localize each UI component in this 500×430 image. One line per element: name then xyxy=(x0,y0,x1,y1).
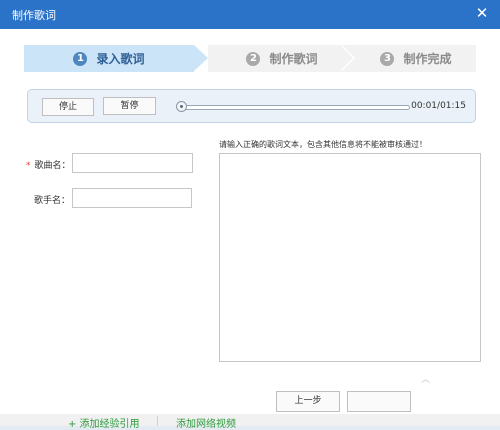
background-link-experience[interactable]: + 添加经验引用 xyxy=(68,415,140,430)
song-name-label-text: 歌曲名： xyxy=(34,161,71,171)
step-1-number: 1 xyxy=(73,51,88,66)
step-1-label: 录入歌词 xyxy=(96,52,145,66)
audio-player: 停止 暂停 00:01/01:15 xyxy=(27,89,476,123)
dialog-title: 制作歌词 xyxy=(12,9,56,22)
lyrics-textarea[interactable] xyxy=(219,153,481,362)
step-indicator: 1 录入歌词 2 制作歌词 3 制作完成 xyxy=(24,45,476,72)
singer-label: 歌手名： xyxy=(34,196,71,206)
song-name-input[interactable] xyxy=(72,153,193,173)
lyrics-hint: 请输入正确的歌词文本，包含其他信息将不能被审核通过！ xyxy=(219,140,427,149)
step-1-arrow xyxy=(194,45,208,71)
step-2: 2 制作歌词 xyxy=(208,45,356,72)
next-step-button[interactable] xyxy=(347,391,411,412)
close-icon[interactable]: ✕ xyxy=(474,5,490,21)
lyrics-dialog: 制作歌词 ✕ 1 录入歌词 2 制作歌词 3 制作完成 停止 暂停 00:01/… xyxy=(0,0,500,416)
step-2-number: 2 xyxy=(246,51,261,66)
background-separator xyxy=(157,416,158,426)
scroll-chevron-icon: ︿ xyxy=(421,375,431,385)
required-marker: * xyxy=(26,161,31,171)
step-1: 1 录入歌词 xyxy=(24,45,194,72)
pause-button[interactable]: 暂停 xyxy=(103,97,156,115)
stop-button[interactable]: 停止 xyxy=(42,98,94,116)
background-link-video[interactable]: 添加网络视频 xyxy=(176,415,236,430)
playback-time: 00:01/01:15 xyxy=(411,101,466,111)
step-3-label: 制作完成 xyxy=(403,52,452,66)
singer-input[interactable] xyxy=(72,188,192,208)
progress-track[interactable] xyxy=(178,105,410,110)
progress-knob[interactable] xyxy=(175,101,187,112)
dialog-titlebar: 制作歌词 ✕ xyxy=(0,0,500,29)
song-name-label: * 歌曲名： xyxy=(26,158,71,171)
step-3: 3 制作完成 xyxy=(356,45,476,72)
step-2-label: 制作歌词 xyxy=(269,52,318,66)
background-page-strip: + 添加经验引用 添加网络视频 xyxy=(0,414,500,430)
previous-step-button[interactable]: 上一步 xyxy=(276,391,340,412)
step-3-number: 3 xyxy=(380,51,395,66)
